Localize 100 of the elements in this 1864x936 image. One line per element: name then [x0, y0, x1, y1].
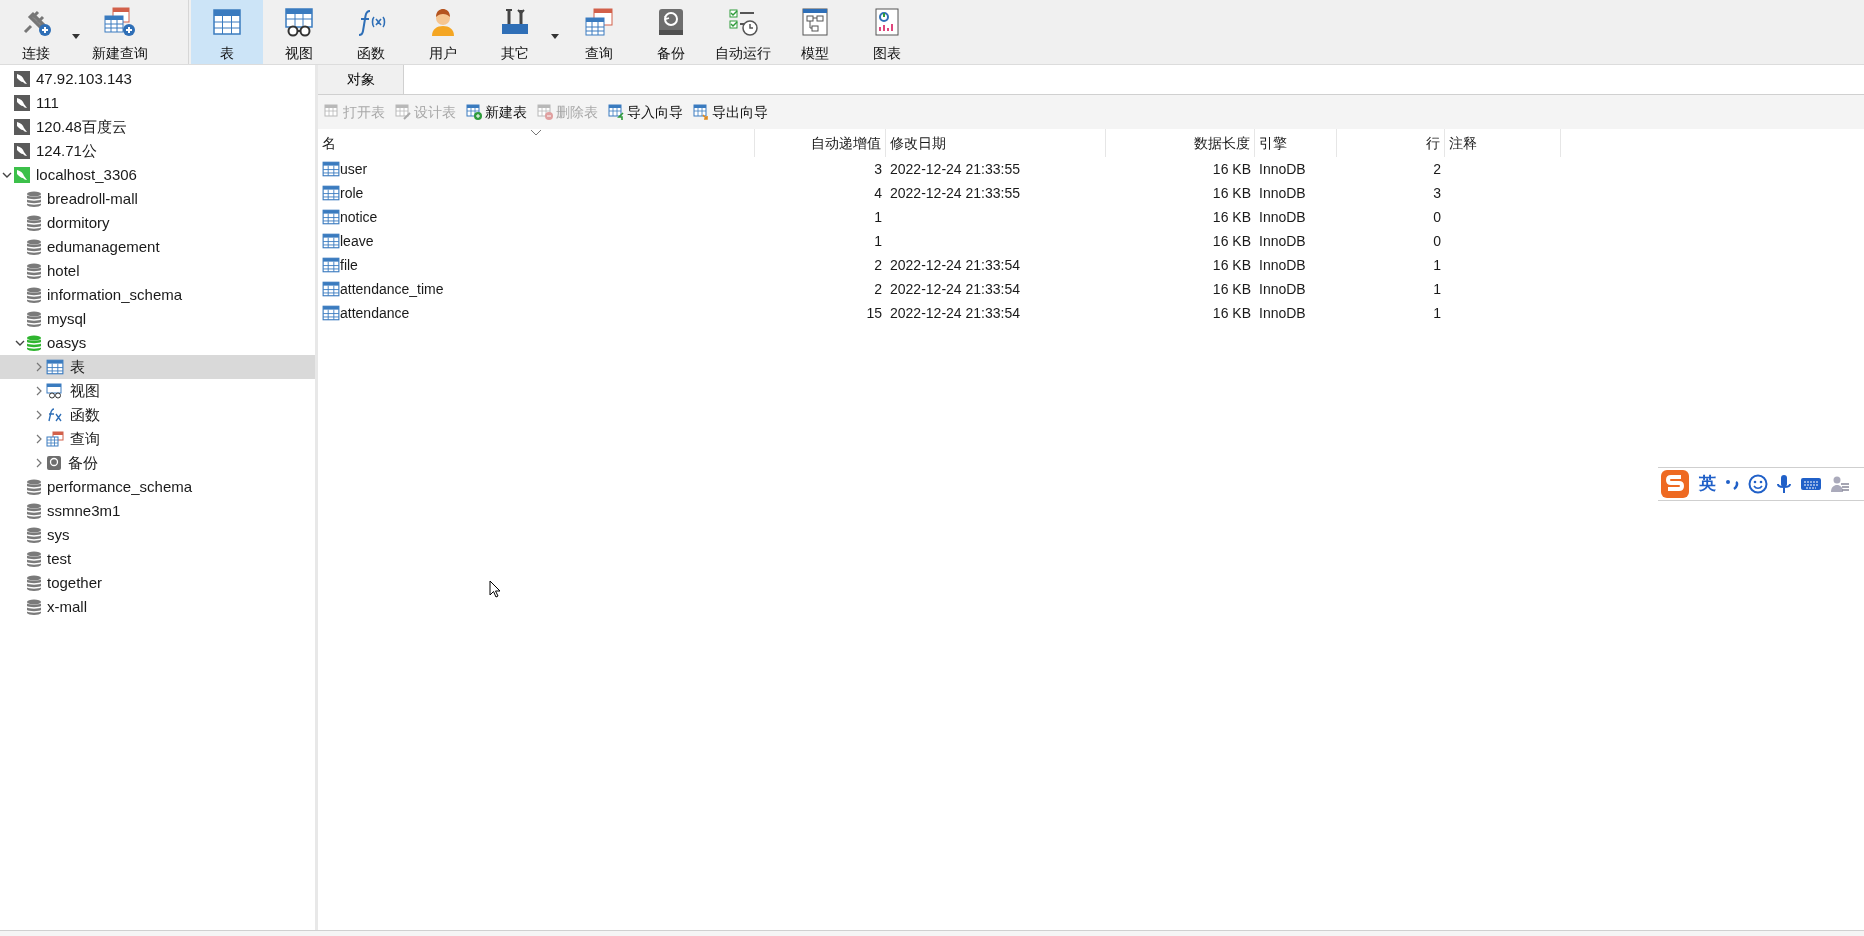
glasses-table-icon: [46, 383, 64, 399]
tree-item[interactable]: ssmne3m1: [0, 499, 315, 523]
tree-item[interactable]: 函数: [0, 403, 315, 427]
design-table-icon: [395, 104, 411, 120]
tree-item[interactable]: mysql: [0, 307, 315, 331]
table-cell-text: InnoDB: [1258, 159, 1307, 179]
table-cell-text: 1: [1432, 303, 1442, 323]
emoji-icon: [1748, 474, 1768, 494]
microphone-icon: [1777, 474, 1791, 494]
tree-item[interactable]: test: [0, 547, 315, 571]
column-header[interactable]: 修改日期: [886, 129, 1106, 157]
table-icon: [322, 208, 340, 226]
keyboard-icon: [1800, 476, 1822, 492]
column-header[interactable]: 名: [318, 129, 755, 157]
mouse-cursor-icon: [489, 580, 501, 598]
column-header[interactable]: 数据长度: [1106, 129, 1255, 157]
table-name: notice: [340, 207, 378, 227]
toolbar-button[interactable]: 连接: [0, 0, 72, 64]
tree-item[interactable]: dormitory: [0, 211, 315, 235]
language-toggle[interactable]: 英: [1699, 471, 1716, 497]
table-cell-text: 2022-12-24 21:33:54: [889, 255, 1021, 275]
table-cell-text: 2022-12-24 21:33:54: [889, 279, 1021, 299]
table-name: role: [340, 183, 364, 203]
table-cell-text: InnoDB: [1258, 207, 1307, 227]
tree-item[interactable]: hotel: [0, 259, 315, 283]
table-cell-text: 2: [1432, 159, 1442, 179]
table-cell-text: 1: [873, 207, 883, 227]
toolbar-button[interactable]: 模型: [779, 0, 851, 64]
table-cell-text: 16 KB: [1211, 255, 1252, 275]
table-cell-text: InnoDB: [1258, 231, 1307, 251]
toolbar-button[interactable]: 备份: [635, 0, 707, 64]
tree-item[interactable]: performance_schema: [0, 475, 315, 499]
export-icon: [693, 104, 709, 120]
new-query-icon: [103, 6, 137, 38]
delete-table-icon: [537, 104, 553, 120]
table-icon: [46, 358, 64, 376]
toolbar-button[interactable]: 新建查询: [84, 0, 156, 64]
table-cell-text: InnoDB: [1258, 183, 1307, 203]
tree-item[interactable]: x-mall: [0, 595, 315, 619]
tree-item[interactable]: sys: [0, 523, 315, 547]
table-cell-text: InnoDB: [1258, 279, 1307, 299]
tree-item[interactable]: 124.71公: [0, 139, 315, 163]
column-header[interactable]: 行: [1337, 129, 1445, 157]
toolbar-button[interactable]: 用户: [407, 0, 479, 64]
table-cell-text: 16 KB: [1211, 231, 1252, 251]
table-name: attendance: [340, 303, 410, 323]
table-cell-text: 4: [873, 183, 883, 203]
tree-item[interactable]: together: [0, 571, 315, 595]
tree-item[interactable]: edumanagement: [0, 235, 315, 259]
toolbar-button[interactable]: 视图: [263, 0, 335, 64]
toolbar-button[interactable]: 函数: [335, 0, 407, 64]
toolbar-button[interactable]: 表: [191, 0, 263, 64]
tree-item[interactable]: breadroll-mall: [0, 187, 315, 211]
table-cell-text: 3: [873, 159, 883, 179]
table-name: attendance_time: [340, 279, 444, 299]
import-icon: [608, 104, 624, 120]
backup-icon: [46, 455, 62, 471]
open-table-icon: [324, 104, 340, 120]
sort-indicator-icon: [530, 129, 542, 136]
table-cell-text: 16 KB: [1211, 183, 1252, 203]
table-icon: [322, 304, 340, 322]
user-settings-icon: [1831, 475, 1849, 493]
tree-item[interactable]: 视图: [0, 379, 315, 403]
table-cell-text: 16 KB: [1211, 159, 1252, 179]
tree-item[interactable]: 表: [0, 355, 315, 379]
toolbar-button[interactable]: 其它: [479, 0, 551, 64]
toolbar-button[interactable]: 图表: [851, 0, 923, 64]
column-header[interactable]: 自动递增值: [755, 129, 886, 157]
tab[interactable]: 对象: [318, 65, 404, 94]
table-cell-text: 1: [873, 231, 883, 251]
function-icon: [46, 407, 64, 423]
toolbar-button[interactable]: 新建表: [464, 101, 529, 123]
table-cell-text: InnoDB: [1258, 303, 1307, 323]
model-diagram-icon: [799, 6, 831, 38]
table-name: user: [340, 159, 368, 179]
table-cell-text: InnoDB: [1258, 255, 1307, 275]
tree-item[interactable]: oasys: [0, 331, 315, 355]
toolbar-button[interactable]: 自动运行: [707, 0, 779, 64]
table-cell-text: 16 KB: [1211, 279, 1252, 299]
column-header[interactable]: 注释: [1445, 129, 1561, 157]
table-cell-text: 3: [1432, 183, 1442, 203]
toolbar-button[interactable]: 导入向导: [606, 101, 685, 123]
glasses-table-icon: [283, 6, 315, 38]
tree-item[interactable]: 111: [0, 91, 315, 115]
tree-item[interactable]: localhost_3306: [0, 163, 315, 187]
toolbar-button[interactable]: 导出向导: [691, 101, 770, 123]
tree-item[interactable]: 备份: [0, 451, 315, 475]
toolbar-button[interactable]: 查询: [563, 0, 635, 64]
table-cell-text: 2: [873, 279, 883, 299]
tree-item[interactable]: 47.92.103.143: [0, 67, 315, 91]
table-cell-text: 1: [1432, 255, 1442, 275]
tree-item[interactable]: information_schema: [0, 283, 315, 307]
column-header[interactable]: 引擎: [1255, 129, 1337, 157]
tree-item[interactable]: 120.48百度云: [0, 115, 315, 139]
table-icon: [322, 280, 340, 298]
table-icon: [322, 184, 340, 202]
table-cell-text: 16 KB: [1211, 303, 1252, 323]
table-cell-text: 2022-12-24 21:33:55: [889, 159, 1021, 179]
tree-item[interactable]: 查询: [0, 427, 315, 451]
table-icon: [322, 256, 340, 274]
